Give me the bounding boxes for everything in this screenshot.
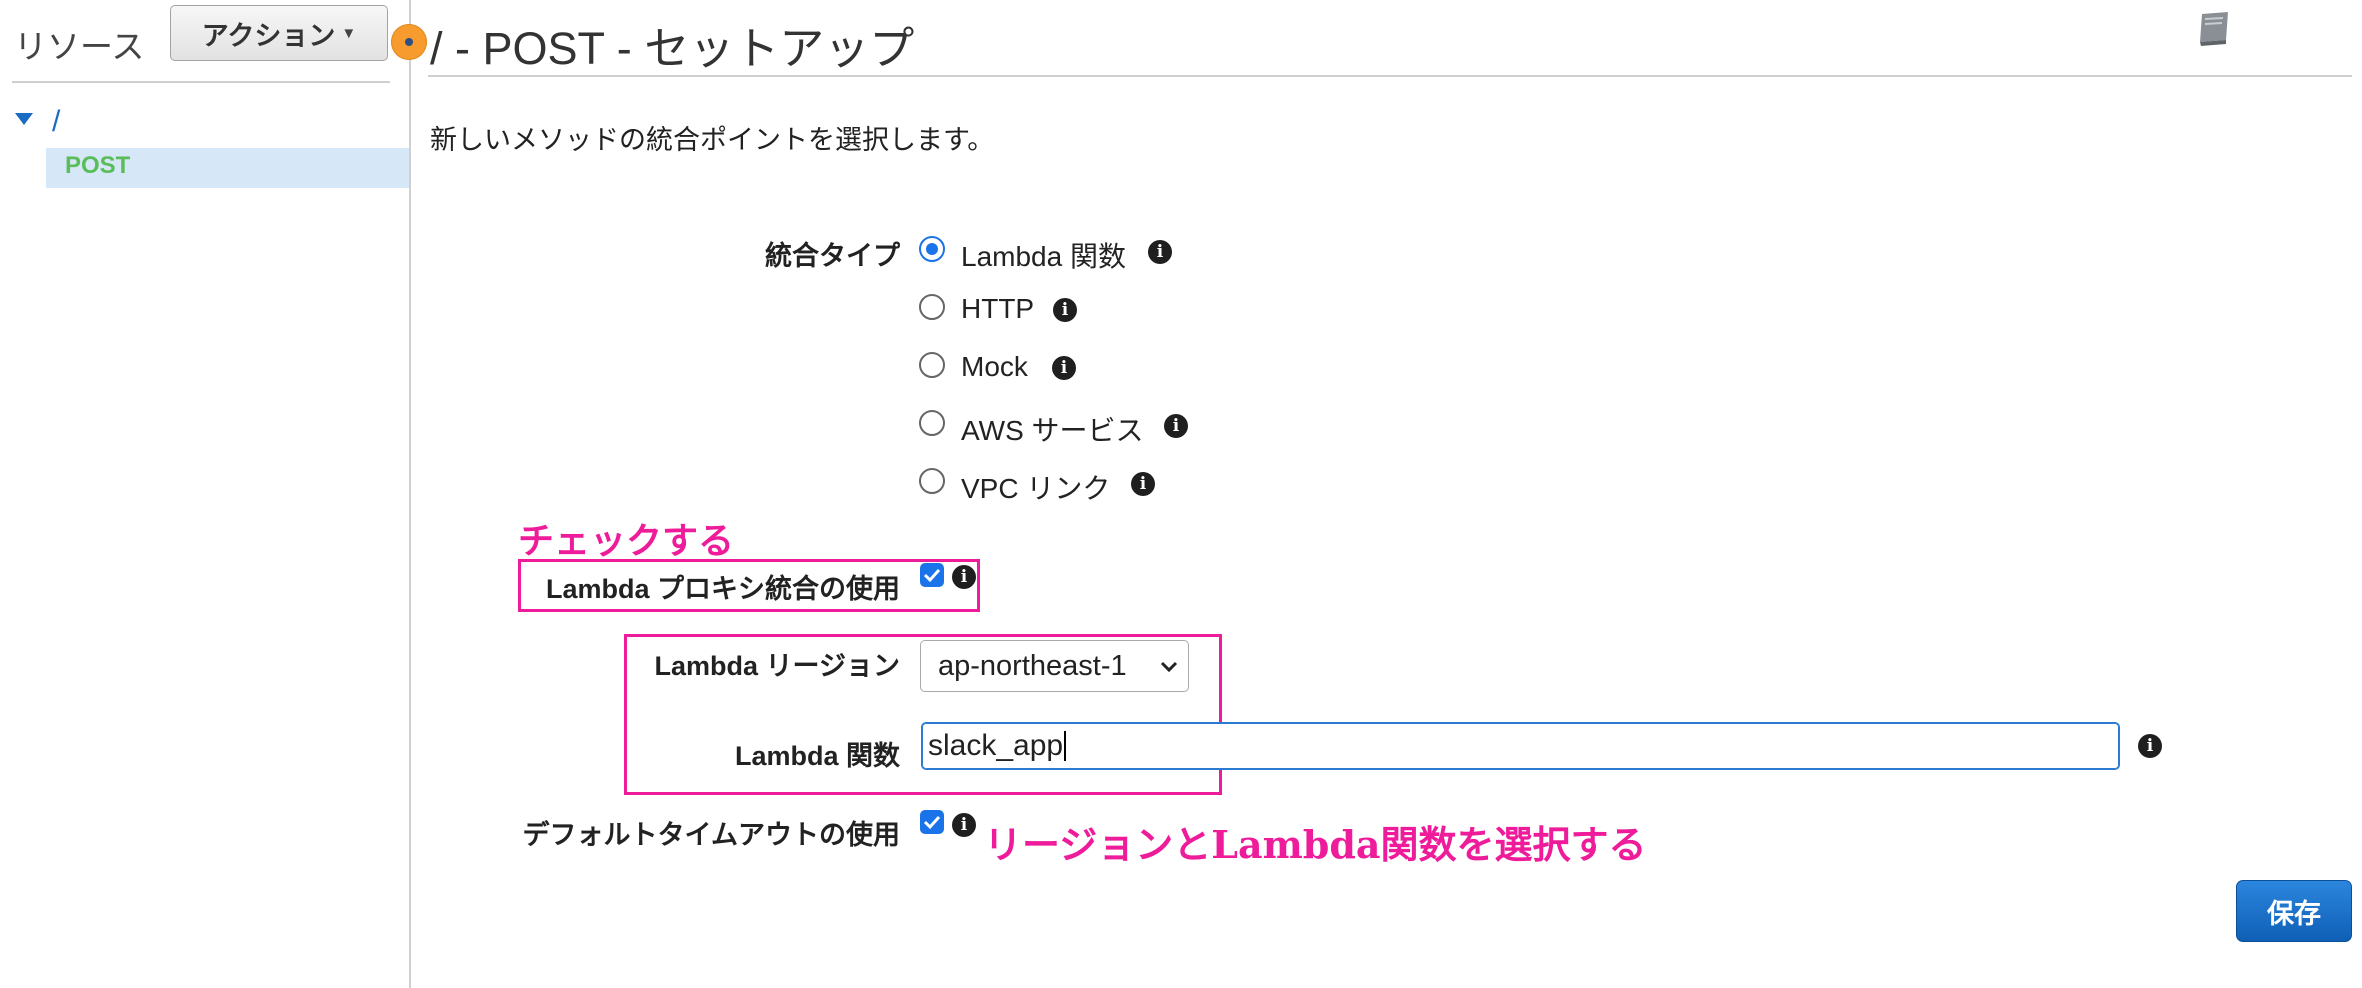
info-icon[interactable]: i [952,565,976,589]
radio-vpc-link-label[interactable]: VPC リンク [961,467,1110,507]
radio-http[interactable] [919,294,945,320]
divider [12,81,390,83]
save-button[interactable]: 保存 [2236,880,2352,942]
annotation-select-note: リージョンとLambda関数を選択する [984,822,1647,867]
radio-mock[interactable] [919,352,945,378]
info-icon[interactable]: i [1053,298,1077,322]
chevron-down-icon [1160,661,1178,673]
radio-mock-label[interactable]: Mock [961,351,1028,383]
actions-button-label: アクション [201,20,336,51]
default-timeout-checkbox[interactable] [920,810,944,834]
intro-text: 新しいメソッドの統合ポイントを選択します。 [430,125,995,155]
tree-item-root[interactable]: / [52,105,60,139]
radio-aws-service[interactable] [919,410,945,436]
lambda-region-value: ap-northeast-1 [938,649,1127,682]
book-icon[interactable] [2192,6,2236,50]
header-divider [428,75,2352,77]
lambda-function-label: Lambda 関数 [734,741,900,771]
lambda-region-select[interactable]: ap-northeast-1 [920,640,1189,692]
proxy-integration-checkbox[interactable] [920,563,944,587]
lambda-region-label: Lambda リージョン [654,651,900,681]
radio-aws-service-label[interactable]: AWS サービス [961,409,1144,449]
radio-http-label[interactable]: HTTP [961,293,1034,325]
info-icon[interactable]: i [1052,356,1076,380]
info-icon[interactable]: i [952,813,976,837]
default-timeout-label: デフォルトタイムアウトの使用 [522,820,900,850]
caret-down-icon: ▼ [341,24,357,42]
tree-expand-caret-icon[interactable] [15,113,33,125]
page-title: / - POST - セットアップ [430,23,915,74]
proxy-integration-label: Lambda プロキシ統合の使用 [545,574,900,604]
info-icon[interactable]: i [1148,240,1172,264]
radio-lambda[interactable] [919,236,945,262]
save-button-label: 保存 [2267,898,2321,929]
resources-title: リソース [14,28,145,65]
panel-toggle-icon[interactable] [391,24,427,60]
actions-button[interactable]: アクション ▼ [170,5,388,61]
radio-vpc-link[interactable] [919,468,945,494]
info-icon[interactable]: i [1164,414,1188,438]
tree-item-post-label[interactable]: POST [65,152,130,180]
text-cursor [1064,731,1067,761]
radio-lambda-label[interactable]: Lambda 関数 [961,235,1126,275]
lambda-function-input[interactable]: slack_app [921,722,2120,770]
lambda-function-value: slack_app [928,729,1064,762]
integration-type-label: 統合タイプ [765,241,900,271]
annotation-check-note: チェックする [518,520,735,562]
info-icon[interactable]: i [1131,472,1155,496]
info-icon[interactable]: i [2138,734,2162,758]
